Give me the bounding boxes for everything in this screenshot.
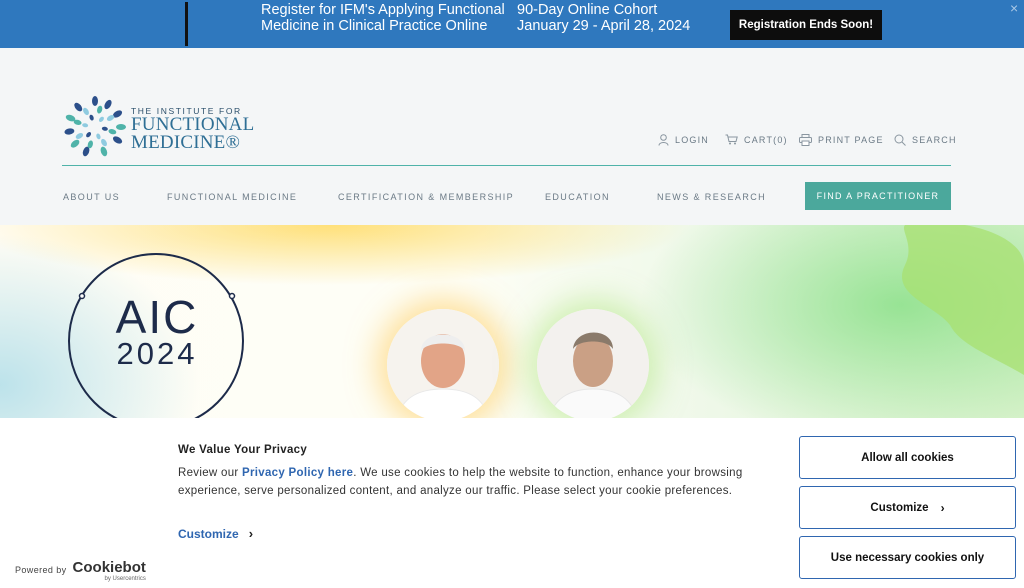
print-page-link[interactable]: PRINT PAGE bbox=[799, 134, 884, 146]
aic-year: 2024 bbox=[116, 336, 198, 371]
promo-dates: 90-Day Online Cohort January 29 - April … bbox=[517, 2, 690, 34]
cookie-consent-banner: We Value Your Privacy Review our Privacy… bbox=[0, 418, 1024, 588]
ifm-logo-icon[interactable] bbox=[62, 96, 128, 158]
promo-banner[interactable]: Register for IFM's Applying Functional M… bbox=[0, 0, 1024, 48]
promo-course-line1: Register for IFM's Applying Functional bbox=[261, 2, 505, 18]
aic-label: AIC bbox=[115, 291, 199, 343]
cart-label: CART(0) bbox=[744, 134, 788, 145]
logo-line-medicine: MEDICINE® bbox=[131, 132, 241, 153]
chevron-right-icon: › bbox=[940, 500, 945, 515]
promo-date-range: January 29 - April 28, 2024 bbox=[517, 18, 691, 34]
promo-divider bbox=[185, 2, 188, 46]
badge-dot-right bbox=[228, 292, 236, 300]
search-label: SEARCH bbox=[912, 135, 957, 145]
search-link[interactable]: SEARCH bbox=[894, 134, 957, 146]
nav-certification-membership[interactable]: CERTIFICATION & MEMBERSHIP bbox=[338, 192, 514, 202]
promo-course-title[interactable]: Register for IFM's Applying Functional M… bbox=[261, 2, 505, 34]
login-label: LOGIN bbox=[675, 135, 710, 145]
aic-2024-title: AIC 2024 bbox=[98, 291, 216, 371]
promo-course-line2: Medicine in Clinical Practice Online bbox=[261, 18, 488, 34]
nav-about-us[interactable]: ABOUT US bbox=[63, 192, 120, 202]
login-link[interactable]: LOGIN bbox=[658, 134, 709, 146]
chevron-right-icon: › bbox=[248, 526, 254, 541]
cart-link[interactable]: CART(0) bbox=[725, 134, 788, 145]
cookie-body-intro: Review our bbox=[178, 467, 243, 479]
cart-icon bbox=[725, 134, 738, 145]
user-icon bbox=[658, 134, 669, 146]
speaker-portrait-2 bbox=[537, 309, 649, 418]
search-icon bbox=[894, 134, 906, 146]
nav-education[interactable]: EDUCATION bbox=[545, 192, 610, 202]
printer-icon bbox=[799, 134, 812, 146]
customize-link-label: Customize bbox=[178, 526, 239, 541]
powered-by-cookiebot[interactable]: Powered by Cookiebot by Usercentrics bbox=[15, 560, 146, 583]
customize-link[interactable]: Customize › bbox=[178, 526, 253, 541]
nav-news-research[interactable]: NEWS & RESEARCH bbox=[657, 192, 766, 202]
cookiebot-logo: Cookiebot by Usercentrics bbox=[73, 560, 146, 583]
nav-functional-medicine[interactable]: FUNCTIONAL MEDICINE bbox=[167, 192, 297, 202]
necessary-cookies-only-button[interactable]: Use necessary cookies only bbox=[799, 536, 1016, 579]
header-divider bbox=[62, 165, 951, 166]
close-icon[interactable]: × bbox=[1010, 0, 1018, 16]
promo-cohort-label: 90-Day Online Cohort bbox=[517, 2, 658, 18]
cookie-title: We Value Your Privacy bbox=[178, 444, 308, 456]
customize-button[interactable]: Customize › bbox=[799, 486, 1016, 529]
speaker-portrait-1 bbox=[387, 309, 499, 418]
cookiebot-subtitle: by Usercentrics bbox=[104, 576, 146, 582]
registration-button[interactable]: Registration Ends Soon! bbox=[730, 10, 882, 40]
find-practitioner-button[interactable]: FIND A PRACTITIONER bbox=[805, 182, 951, 210]
cookiebot-brand: Cookiebot bbox=[72, 559, 146, 576]
badge-dot-left bbox=[78, 292, 86, 300]
cookie-description: Review our Privacy Policy here. We use c… bbox=[178, 464, 758, 500]
powered-by-label: Powered by bbox=[15, 565, 67, 575]
site-header: THE INSTITUTE FOR FUNCTIONAL MEDICINE® L… bbox=[0, 48, 1024, 225]
hero-banner[interactable]: AIC 2024 bbox=[0, 225, 1024, 418]
privacy-policy-link[interactable]: Privacy Policy here bbox=[242, 467, 353, 479]
print-page-label: PRINT PAGE bbox=[818, 135, 884, 145]
ifm-wordmark[interactable]: THE INSTITUTE FOR FUNCTIONAL MEDICINE® bbox=[131, 106, 254, 152]
customize-button-label: Customize bbox=[870, 501, 929, 514]
allow-all-cookies-button[interactable]: Allow all cookies bbox=[799, 436, 1016, 479]
